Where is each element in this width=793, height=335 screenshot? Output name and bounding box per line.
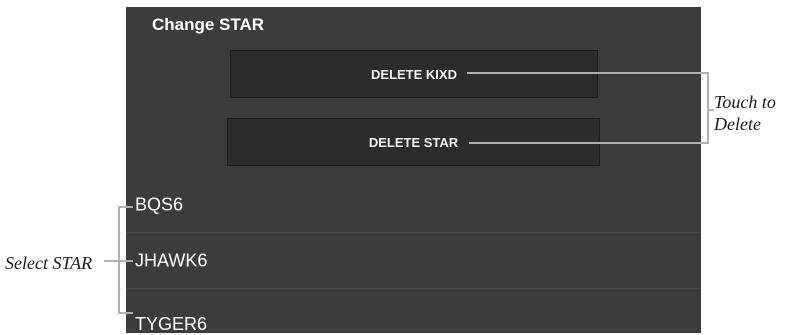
touch-to-delete-callout: Touch to Delete	[714, 91, 776, 135]
leader-line-tyger6	[118, 261, 133, 314]
callout-line-1: Touch to	[714, 92, 776, 112]
select-star-callout: Select STAR	[5, 253, 93, 273]
leader-line-bqs6	[118, 206, 133, 261]
callout-line-2: Delete	[714, 114, 761, 134]
leader-line-delete-star	[469, 110, 709, 144]
callout-leader-lines	[104, 72, 714, 314]
leader-line-delete-kixd	[467, 72, 714, 111]
